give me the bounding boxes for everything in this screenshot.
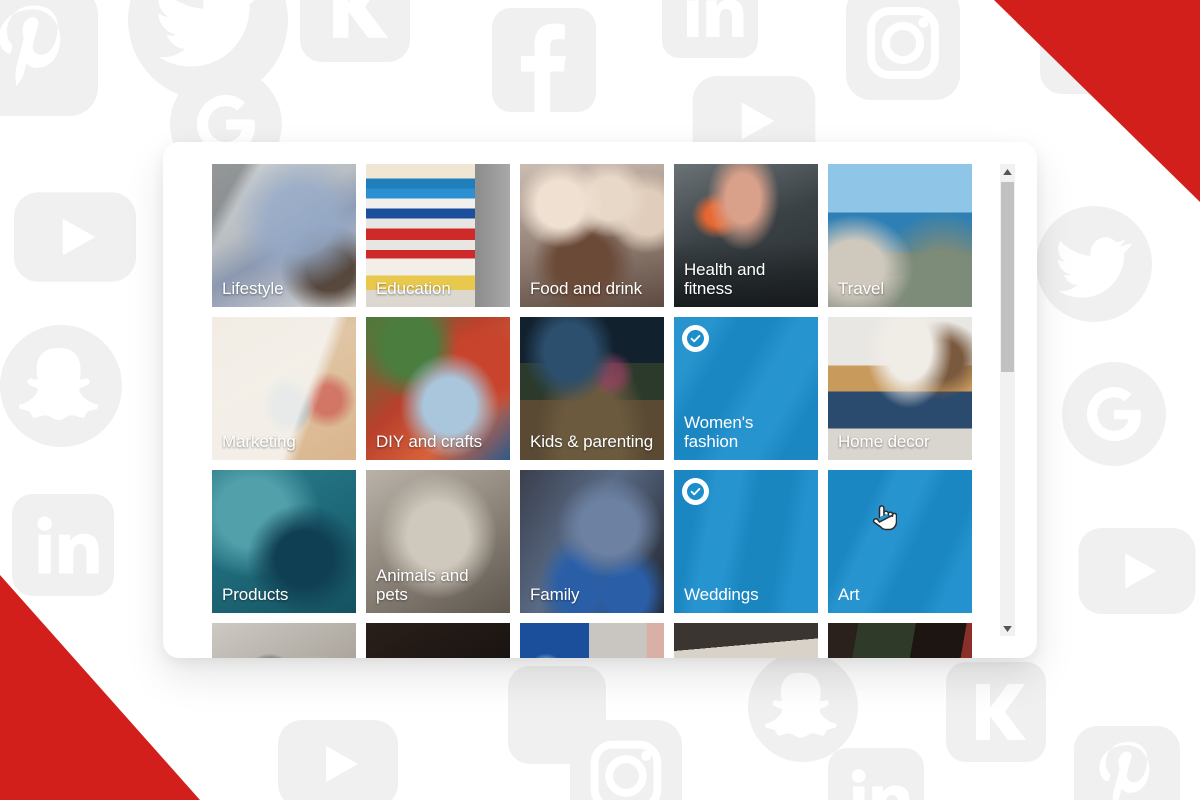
- category-tile[interactable]: DIY and crafts: [366, 317, 510, 460]
- category-tile[interactable]: Animals and pets: [366, 470, 510, 613]
- facebook-icon: [492, 8, 596, 112]
- category-tile[interactable]: [674, 623, 818, 658]
- youtube-icon: [1078, 528, 1196, 614]
- category-tile[interactable]: Lifestyle: [212, 164, 356, 307]
- selected-check-icon: [682, 478, 709, 505]
- category-tile-label: Health and fitness: [684, 260, 766, 298]
- category-tile-label: Family: [530, 585, 580, 604]
- category-tile[interactable]: Travel: [828, 164, 972, 307]
- category-tile-label: Travel: [838, 279, 885, 298]
- facebook-icon: [508, 666, 606, 764]
- category-tile-label: Home decor: [838, 432, 930, 451]
- category-tile-label: DIY and crafts: [376, 432, 483, 451]
- category-tile[interactable]: [520, 623, 664, 658]
- google-icon: [1062, 362, 1166, 466]
- category-grid-scroll-area[interactable]: Lifestyle Education Food and drink Healt…: [163, 142, 1000, 658]
- category-tile[interactable]: Art: [828, 470, 972, 613]
- scrollbar-thumb[interactable]: [1001, 182, 1014, 372]
- category-tile[interactable]: Weddings: [674, 470, 818, 613]
- kickstarter-icon: [300, 0, 410, 62]
- category-tile-label: Art: [838, 585, 860, 604]
- category-tile-label: Lifestyle: [222, 279, 284, 298]
- snapchat-icon: [0, 325, 122, 447]
- category-tile[interactable]: Marketing: [212, 317, 356, 460]
- category-picker-card: Lifestyle Education Food and drink Healt…: [163, 142, 1037, 658]
- category-tile-label: Animals and pets: [376, 566, 469, 604]
- youtube-icon: [14, 192, 136, 282]
- category-tile[interactable]: Products: [212, 470, 356, 613]
- vertical-scrollbar[interactable]: [1000, 164, 1015, 636]
- linkedin-icon: [828, 748, 924, 800]
- pinterest-icon: [1074, 726, 1180, 800]
- category-tile-label: Education: [376, 279, 451, 298]
- instagram-icon: [570, 720, 682, 800]
- pinterest-icon: [0, 0, 98, 116]
- category-tile-label: Food and drink: [530, 279, 643, 298]
- kickstarter-icon: [946, 662, 1046, 762]
- category-tile-label: Products: [222, 585, 289, 604]
- caret-up-icon[interactable]: [1000, 164, 1015, 179]
- category-tile[interactable]: Home decor: [828, 317, 972, 460]
- category-tile[interactable]: Kids & parenting: [520, 317, 664, 460]
- category-tile[interactable]: [212, 623, 356, 658]
- category-tile-label: Kids & parenting: [530, 432, 654, 451]
- snapchat-icon: [748, 652, 858, 762]
- category-tile[interactable]: [366, 623, 510, 658]
- category-tile-label: Weddings: [684, 585, 759, 604]
- category-tile[interactable]: Family: [520, 470, 664, 613]
- caret-down-icon[interactable]: [1000, 621, 1015, 636]
- category-tile[interactable]: Health and fitness: [674, 164, 818, 307]
- category-tile[interactable]: [828, 623, 972, 658]
- category-tile[interactable]: Education: [366, 164, 510, 307]
- instagram-icon: [846, 0, 960, 100]
- linkedin-icon: [662, 0, 758, 58]
- twitter-icon: [1036, 206, 1152, 322]
- youtube-icon: [278, 720, 398, 800]
- twitter-icon: [128, 0, 288, 100]
- category-grid: Lifestyle Education Food and drink Healt…: [212, 164, 1000, 658]
- category-tile-label: Marketing: [222, 432, 296, 451]
- category-tile-label: Women's fashion: [684, 413, 754, 451]
- selected-check-icon: [682, 325, 709, 352]
- category-tile[interactable]: Food and drink: [520, 164, 664, 307]
- category-tile[interactable]: Women's fashion: [674, 317, 818, 460]
